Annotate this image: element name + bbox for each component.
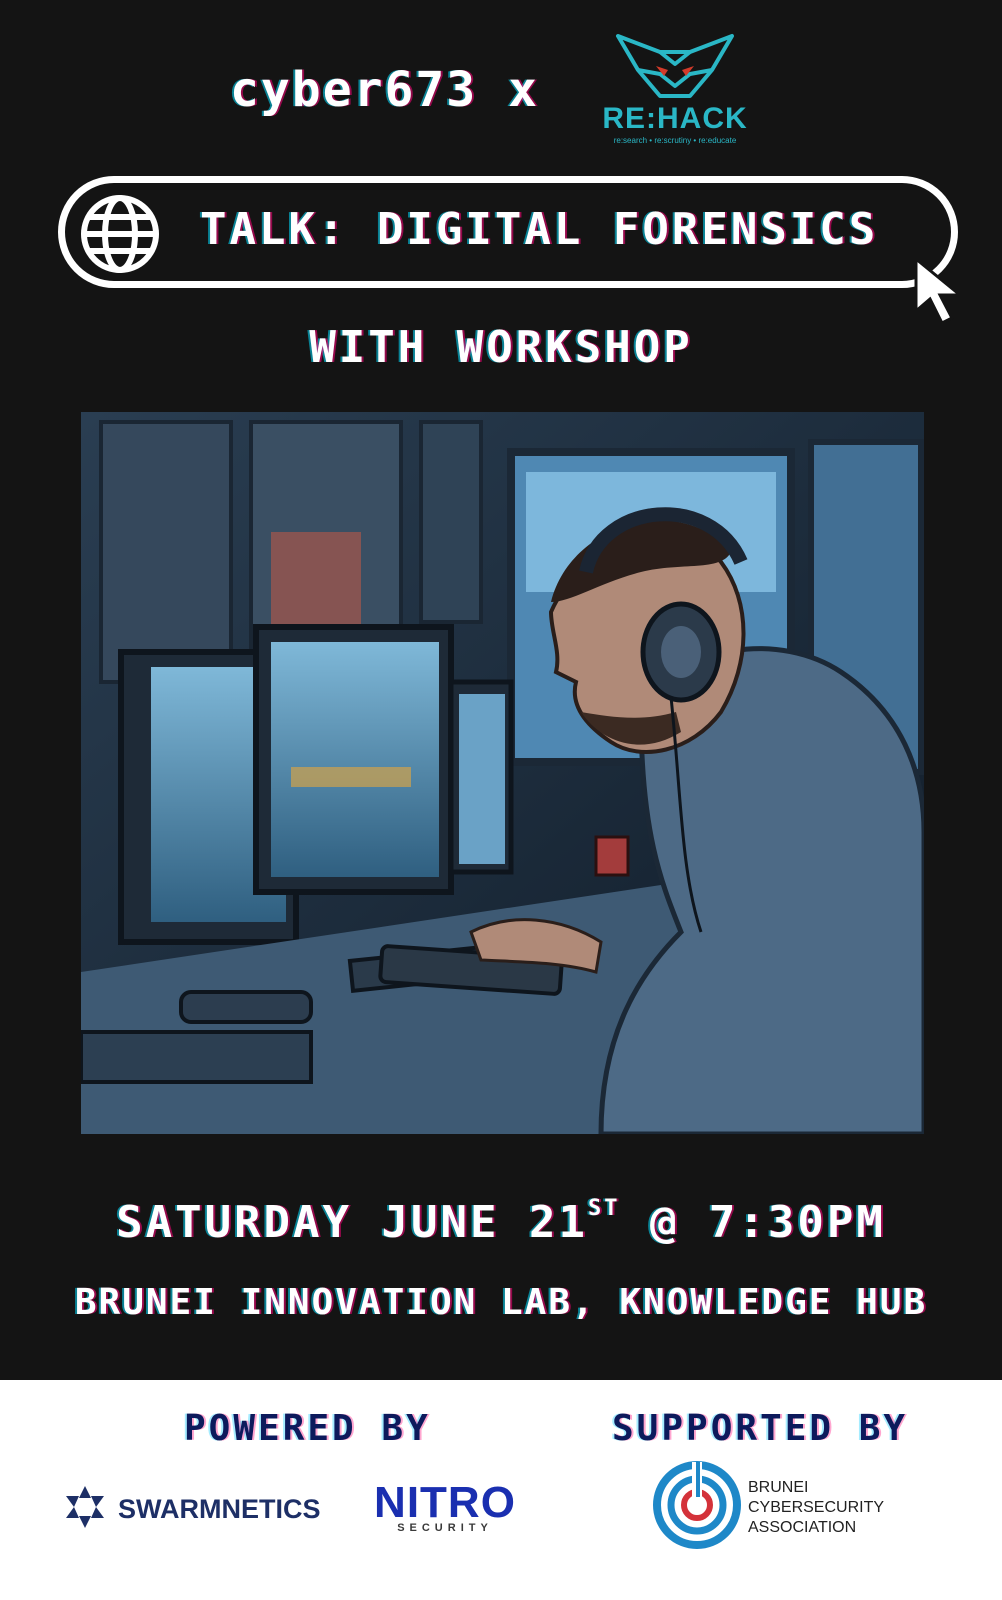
nitro-name: NITRO xyxy=(374,1478,516,1527)
powered-by-heading: POWERED BY xyxy=(184,1408,431,1449)
supported-by-heading: SUPPORTED BY xyxy=(612,1408,909,1449)
swarmnetics-logo: SWARMNETICS xyxy=(60,1482,321,1536)
swarmnetics-name: SWARMNETICS xyxy=(118,1494,321,1524)
brand-title: cyber673 x xyxy=(230,62,539,118)
event-date: SATURDAY JUNE 21ST @ 7:30PM xyxy=(0,1196,1002,1248)
cursor-icon xyxy=(914,255,965,326)
partner-name: RE:HACK xyxy=(602,102,748,135)
nitro-logo: NITRO SECURITY xyxy=(360,1478,530,1534)
bca-line-2: CYBERSECURITY xyxy=(748,1499,885,1516)
wolf-logo-icon xyxy=(616,34,734,98)
talk-subtitle: WITH WORKSHOP xyxy=(309,322,693,373)
bca-logo: BRUNEI CYBERSECURITY ASSOCIATION xyxy=(652,1460,884,1554)
event-venue: BRUNEI INNOVATION LAB, KNOWLEDGE HUB xyxy=(74,1282,928,1323)
partner-tagline: re:search • re:scrutiny • re:educate xyxy=(613,136,737,145)
rehack-logo: RE:HACK re:search • re:scrutiny • re:edu… xyxy=(590,30,760,150)
bca-line-1: BRUNEI xyxy=(748,1479,809,1496)
event-time: @ 7:30PM xyxy=(620,1197,886,1248)
swarm-mark-icon xyxy=(66,1486,104,1528)
hacker-illustration xyxy=(81,412,924,1134)
event-date-main: SATURDAY JUNE 21 xyxy=(116,1197,588,1248)
talk-title: TALK: DIGITAL FORENSICS xyxy=(200,204,879,255)
bca-line-3: ASSOCIATION xyxy=(748,1519,857,1536)
bca-mark-icon xyxy=(653,1461,741,1549)
bca-name: BRUNEI CYBERSECURITY ASSOCIATION xyxy=(748,1478,884,1538)
event-date-suffix: ST xyxy=(587,1196,621,1221)
globe-icon xyxy=(81,195,159,273)
